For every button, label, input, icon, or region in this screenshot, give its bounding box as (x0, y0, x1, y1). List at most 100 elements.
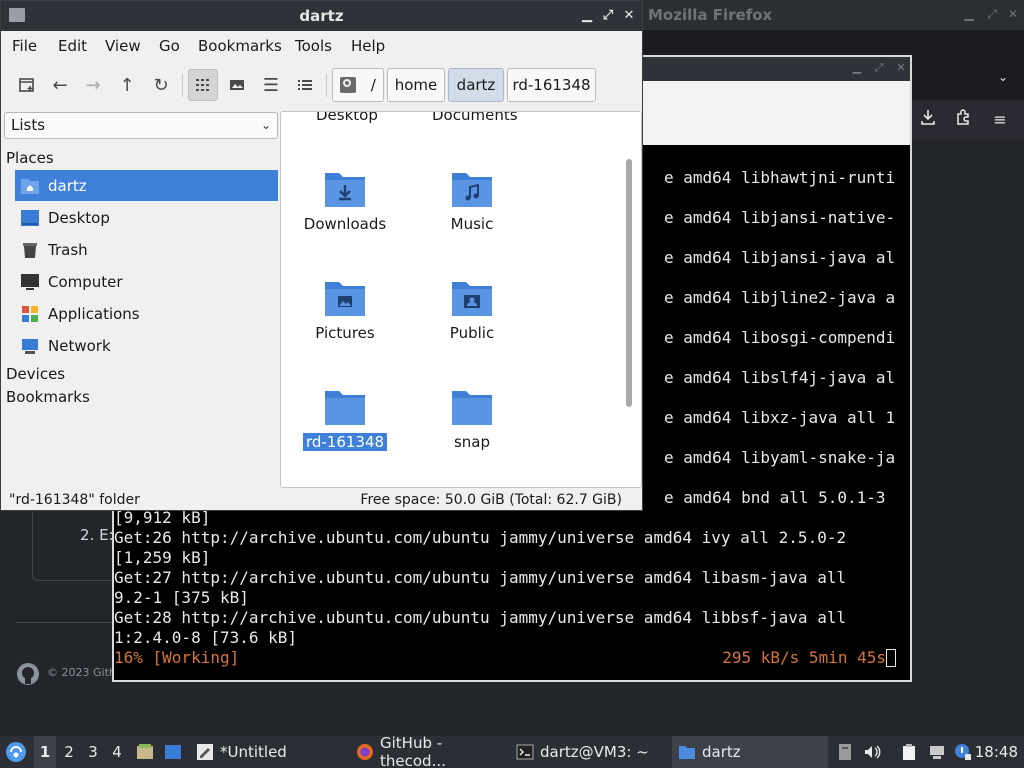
task-firefox[interactable]: GitHub - thecod... (352, 734, 502, 768)
menu-go[interactable]: Go (159, 37, 180, 55)
task-text-editor[interactable]: *Untitled (192, 736, 342, 768)
menu-file[interactable]: File (12, 37, 37, 55)
music-folder-icon (452, 173, 492, 207)
app-menu-icon[interactable] (5, 741, 27, 763)
detailed-view-button[interactable] (290, 69, 320, 101)
menu-bookmarks[interactable]: Bookmarks (198, 37, 282, 55)
terminal-line: Get:26 http://archive.ubuntu.com/ubuntu … (114, 528, 847, 547)
file-item-partial[interactable]: Desktop (316, 112, 378, 124)
workspace-3[interactable]: 3 (82, 736, 104, 768)
breadcrumb-dartz[interactable]: dartz (448, 68, 504, 102)
workspace-2[interactable]: 2 (58, 736, 80, 768)
pictures-folder-icon (325, 282, 365, 316)
sidebar-mode-select[interactable]: Lists ⌄ (4, 112, 278, 139)
home-folder-icon (21, 178, 39, 194)
terminal-line: e amd64 libjansi-java al (664, 248, 896, 267)
file-item-downloads[interactable]: Downloads (285, 169, 405, 233)
arrow-up-icon: ↑ (119, 74, 135, 96)
file-item-partial[interactable]: Documents (432, 112, 518, 124)
new-tab-button[interactable] (12, 69, 42, 101)
apt-speed-text: 295 kB/s 5min 45s (722, 648, 886, 667)
terminal-line: e amd64 libyaml-snake-ja (664, 448, 896, 467)
toolbar: ← → ↑ ↻ ☰ / home dartz rd-161348 (1, 63, 642, 107)
places-heading[interactable]: Places (6, 149, 54, 167)
task-file-manager[interactable]: dartz (672, 736, 828, 768)
breadcrumb-root[interactable]: / (332, 68, 384, 102)
network-wired-icon[interactable] (928, 743, 946, 761)
sidebar-item-applications[interactable]: Applications (15, 298, 278, 329)
menu-view[interactable]: View (105, 37, 141, 55)
minimize-icon[interactable]: ▁ (850, 61, 864, 75)
github-logo-icon[interactable] (16, 662, 40, 686)
file-item-label: Public (449, 324, 495, 342)
file-item-music[interactable]: Music (412, 169, 532, 233)
workspace-4[interactable]: 4 (106, 736, 128, 768)
terminal-line: e amd64 libslf4j-java al (664, 368, 896, 387)
file-item-label: snap (453, 433, 491, 451)
volume-icon[interactable] (863, 743, 881, 761)
firefox-icon (357, 744, 373, 760)
breadcrumb-label: home (394, 76, 438, 94)
forward-button[interactable]: → (78, 69, 108, 101)
show-desktop-icon[interactable] (164, 743, 182, 761)
menu-tools[interactable]: Tools (295, 37, 332, 55)
scrollbar[interactable] (626, 159, 632, 407)
sidebar-item-dartz[interactable]: dartz (15, 170, 278, 201)
back-button[interactable]: ← (45, 69, 75, 101)
file-manager-launcher-icon[interactable] (136, 743, 154, 761)
file-item-rd-161348[interactable]: rd-161348 (285, 387, 405, 451)
reload-button[interactable]: ↻ (146, 69, 176, 101)
close-icon[interactable]: ✕ (894, 61, 908, 75)
file-manager-window[interactable]: dartz ▁ ⤢ ✕ File Edit View Go Bookmarks … (0, 0, 643, 511)
network-icon (22, 338, 38, 354)
devices-heading[interactable]: Devices (6, 365, 65, 383)
taskbar: 1 2 3 4 *Untitled GitHub - thecod... dar… (0, 734, 1024, 768)
close-icon[interactable]: ✕ (1006, 7, 1020, 21)
terminal-line: e amd64 bnd all 5.0.1-3 (664, 488, 886, 507)
breadcrumb-home[interactable]: home (387, 68, 445, 102)
desktop-icon (21, 209, 39, 226)
thumbnail-view-button[interactable] (222, 69, 252, 101)
task-terminal[interactable]: dartz@VM3: ~ (512, 736, 662, 768)
minimize-icon[interactable]: ▁ (579, 8, 595, 24)
clock[interactable]: 18:48 (975, 736, 1018, 768)
terminal-line: e amd64 libosgi-compendi (664, 328, 896, 347)
terminal-line: [9,912 kB] (114, 508, 211, 527)
up-button[interactable]: ↑ (112, 69, 142, 101)
minimize-icon[interactable]: ▁ (962, 7, 976, 21)
maximize-icon[interactable]: ⤢ (985, 7, 999, 21)
window-title: dartz (299, 7, 344, 25)
terminal-line: Get:27 http://archive.ubuntu.com/ubuntu … (114, 568, 847, 587)
sidebar-item-computer[interactable]: Computer (15, 266, 278, 297)
bookmarks-heading[interactable]: Bookmarks (6, 388, 90, 406)
extensions-icon[interactable] (952, 108, 976, 132)
archive-icon[interactable] (836, 743, 854, 761)
new-tab-icon (19, 78, 34, 92)
compact-view-button[interactable]: ☰ (256, 69, 286, 101)
sidebar-item-label: Computer (48, 272, 123, 291)
menu-edit[interactable]: Edit (58, 37, 87, 55)
downloads-icon[interactable] (916, 108, 940, 132)
sidebar-item-trash[interactable]: Trash (15, 234, 278, 265)
arrow-left-icon: ← (52, 74, 68, 96)
icon-view-button[interactable] (188, 69, 218, 101)
menu-icon[interactable]: ≡ (988, 108, 1012, 132)
terminal-line: 1:2.4.0-8 [73.6 kB] (114, 628, 298, 647)
breadcrumb-rd-161348[interactable]: rd-161348 (507, 68, 596, 102)
menu-help[interactable]: Help (351, 37, 385, 55)
sidebar-item-desktop[interactable]: Desktop (15, 202, 278, 233)
maximize-icon[interactable]: ⤢ (600, 8, 616, 24)
file-item-snap[interactable]: snap (412, 387, 532, 451)
file-item-public[interactable]: Public (412, 278, 532, 342)
update-notifier-icon[interactable] (954, 743, 972, 761)
clipboard-icon[interactable] (900, 743, 918, 761)
list-all-tabs-icon[interactable]: ⌄ (996, 70, 1010, 84)
location-toggle-icon (340, 77, 357, 93)
workspace-1[interactable]: 1 (34, 736, 56, 768)
sidebar-item-network[interactable]: Network (15, 330, 278, 361)
status-free-space: Free space: 50.0 GiB (Total: 62.7 GiB) (360, 492, 622, 508)
file-item-pictures[interactable]: Pictures (285, 278, 405, 342)
file-icon-view[interactable]: Desktop Documents Downloads Music Pictur… (280, 111, 642, 488)
maximize-icon[interactable]: ⤢ (872, 61, 886, 75)
close-icon[interactable]: ✕ (621, 8, 637, 24)
